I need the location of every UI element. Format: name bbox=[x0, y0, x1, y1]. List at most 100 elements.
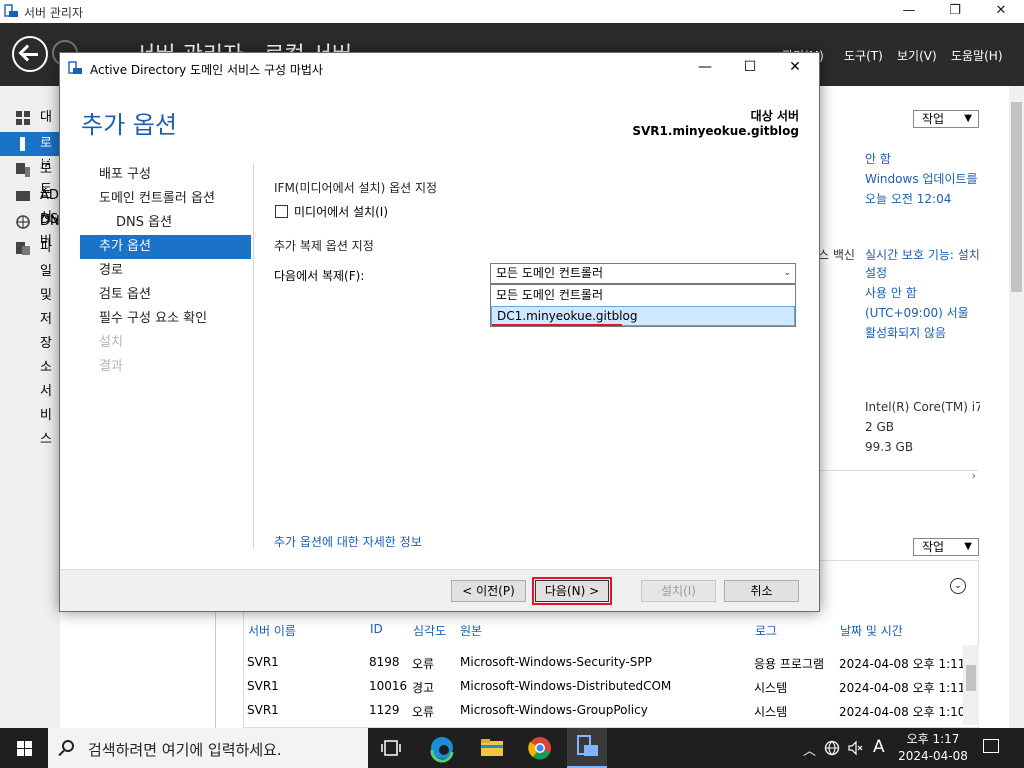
wizard-app-icon bbox=[68, 61, 82, 74]
step-review-options[interactable]: 검토 옵션 bbox=[80, 283, 251, 307]
properties-hscroll[interactable]: › bbox=[818, 469, 978, 484]
taskbar-clock[interactable]: 오후 1:17 2024-04-08 bbox=[893, 731, 973, 765]
cancel-button[interactable]: 취소 bbox=[724, 580, 799, 602]
dns-icon bbox=[16, 215, 30, 229]
sidebar-item-file-storage[interactable]: 파일 및 저장소 서비스 bbox=[0, 236, 60, 447]
property-value[interactable]: 실시간 보호 기능: 설치됨 bbox=[865, 246, 980, 263]
property-value[interactable]: 설정 bbox=[865, 264, 980, 281]
previous-button[interactable]: < 이전(P) bbox=[451, 580, 526, 602]
windows-logo-icon bbox=[17, 741, 32, 756]
cell-source: Microsoft-Windows-Security-SPP bbox=[460, 655, 652, 669]
step-results: 결과 bbox=[99, 359, 123, 374]
server-manager-titlebar: 서버 관리자 — ❐ ✕ bbox=[0, 0, 1024, 23]
step-prerequisites-check[interactable]: 필수 구성 요소 확인 bbox=[80, 307, 251, 331]
cell-source: Microsoft-Windows-DistributedCOM bbox=[460, 679, 672, 693]
step-installation: 설치 bbox=[99, 335, 123, 350]
network-globe-icon[interactable] bbox=[824, 740, 840, 760]
menu-tools[interactable]: 도구(T) bbox=[844, 47, 883, 64]
expand-chevron-icon[interactable]: ⌄ bbox=[950, 578, 966, 594]
task-view-icon[interactable] bbox=[372, 732, 412, 764]
property-value[interactable]: 사용 안 함 bbox=[865, 284, 980, 301]
property-value[interactable]: 안 함 bbox=[865, 150, 980, 167]
sidebar-item-local-server[interactable]: 로컬 서버 bbox=[0, 132, 60, 223]
next-button[interactable]: 다음(N) > bbox=[532, 577, 612, 605]
minimize-button[interactable]: — bbox=[886, 0, 932, 23]
property-value[interactable]: 오늘 오전 12:04 bbox=[865, 190, 980, 207]
dropdown-option-all-dcs[interactable]: 모든 도메인 컨트롤러 bbox=[491, 285, 795, 305]
more-info-link[interactable]: 추가 옵션에 대한 자세한 정보 bbox=[274, 533, 422, 550]
replicate-from-label: 다음에서 복제(F): bbox=[274, 269, 365, 283]
cell-source: Microsoft-Windows-GroupPolicy bbox=[460, 703, 648, 717]
ime-indicator[interactable]: A bbox=[873, 737, 885, 757]
sidebar-item-dashboard[interactable]: 대시보드 bbox=[0, 106, 60, 197]
taskbar-search[interactable]: 검색하려면 여기에 입력하세요. bbox=[48, 728, 368, 768]
close-button[interactable]: ✕ bbox=[773, 57, 817, 79]
property-value[interactable]: Windows 업데이트를 bbox=[865, 170, 980, 187]
step-additional-options[interactable]: 추가 옵션 bbox=[80, 235, 251, 259]
tasks-dropdown-properties[interactable]: 작업 bbox=[913, 110, 979, 128]
column-header-log[interactable]: 로그 bbox=[755, 622, 777, 639]
step-dc-options[interactable]: 도메인 컨트롤러 옵션 bbox=[80, 187, 251, 211]
sidebar-item-all-servers[interactable]: 모든 서버 bbox=[0, 158, 60, 249]
server-icon bbox=[20, 137, 25, 151]
column-header-source[interactable]: 원본 bbox=[460, 622, 482, 639]
notification-center-icon[interactable] bbox=[983, 739, 999, 753]
scroll-thumb[interactable] bbox=[966, 665, 976, 691]
step-paths[interactable]: 경로 bbox=[80, 259, 251, 283]
maximize-button[interactable]: ☐ bbox=[728, 57, 772, 79]
column-header-server-name[interactable]: 서버 이름 bbox=[248, 622, 296, 639]
menu-view[interactable]: 보기(V) bbox=[897, 47, 937, 64]
server-manager-app-icon bbox=[4, 4, 18, 17]
cell-id: 8198 bbox=[369, 655, 400, 669]
file-explorer-icon[interactable] bbox=[472, 732, 512, 764]
minimize-button[interactable]: — bbox=[683, 57, 727, 79]
main-vscroll[interactable] bbox=[1009, 86, 1024, 728]
tasks-dropdown-events[interactable]: 작업 bbox=[913, 538, 979, 556]
ad-ds-config-wizard: Active Directory 도메인 서비스 구성 마법사 — ☐ ✕ 추가… bbox=[59, 52, 820, 612]
chevron-down-icon[interactable]: ⌄ bbox=[783, 264, 791, 283]
maximize-button[interactable]: ❐ bbox=[932, 0, 978, 23]
sidebar-item-dns[interactable]: DNS bbox=[0, 210, 68, 234]
column-header-datetime[interactable]: 날짜 및 시간 bbox=[840, 622, 903, 639]
install-from-media-label[interactable]: 미디어에서 설치(I) bbox=[294, 203, 388, 220]
wizard-title: Active Directory 도메인 서비스 구성 마법사 bbox=[90, 63, 323, 77]
property-label-fragment: 스 백신 bbox=[818, 248, 855, 262]
volume-muted-icon[interactable] bbox=[848, 740, 864, 760]
property-value: Intel(R) Core(TM) i7-4 bbox=[865, 400, 980, 414]
cell-server: SVR1 bbox=[247, 703, 279, 717]
server-manager-sidebar: 대시보드 로컬 서버 모든 서버 AD DS DNS 파일 및 저장소 서비스 bbox=[0, 86, 68, 728]
sidebar-item-ad-ds[interactable]: AD DS bbox=[0, 184, 60, 227]
cell-id: 10016 bbox=[369, 679, 408, 693]
property-value[interactable]: (UTC+09:00) 서울 bbox=[865, 304, 980, 321]
sidebar-item-label: 파일 및 저장소 서비스 bbox=[40, 240, 52, 447]
back-arrow-icon[interactable] bbox=[12, 36, 48, 72]
edge-browser-icon[interactable] bbox=[422, 732, 462, 764]
property-value[interactable]: 활성화되지 않음 bbox=[865, 324, 980, 341]
file-storage-icon bbox=[16, 242, 30, 255]
replicate-from-select[interactable]: 모든 도메인 컨트롤러 ⌄ bbox=[490, 263, 796, 284]
chrome-browser-icon[interactable] bbox=[520, 732, 560, 764]
cell-severity: 오류 bbox=[412, 657, 435, 671]
taskbar: 검색하려면 여기에 입력하세요. ︿ A 오후 1:17 2024-04-08 bbox=[0, 728, 1024, 768]
events-vscroll[interactable] bbox=[963, 645, 979, 725]
scroll-right-icon[interactable]: › bbox=[972, 469, 976, 482]
steps-divider bbox=[253, 163, 254, 549]
dropdown-option-dc1[interactable]: DC1.minyeokue.gitblog bbox=[491, 306, 795, 326]
tray-chevron-up-icon[interactable]: ︿ bbox=[803, 740, 816, 759]
wizard-footer: < 이전(P) 다음(N) > 설치(I) 취소 bbox=[60, 569, 819, 611]
window-title: 서버 관리자 bbox=[24, 6, 84, 20]
column-header-id[interactable]: ID bbox=[370, 622, 383, 636]
clock-date: 2024-04-08 bbox=[898, 749, 968, 763]
step-deployment-config[interactable]: 배포 구성 bbox=[80, 163, 251, 187]
start-button[interactable] bbox=[0, 728, 48, 768]
close-button[interactable]: ✕ bbox=[978, 0, 1024, 23]
scroll-thumb[interactable] bbox=[1011, 102, 1022, 292]
tasks-label: 작업 bbox=[922, 112, 945, 126]
menu-help[interactable]: 도움말(H) bbox=[951, 47, 1003, 64]
column-header-severity[interactable]: 심각도 bbox=[413, 622, 446, 639]
install-from-media-checkbox[interactable] bbox=[275, 205, 288, 218]
server-manager-taskbar-icon[interactable] bbox=[567, 728, 607, 768]
cell-severity: 경고 bbox=[412, 681, 435, 695]
cell-severity: 오류 bbox=[412, 705, 435, 719]
step-dns-options[interactable]: DNS 옵션 bbox=[80, 211, 251, 235]
